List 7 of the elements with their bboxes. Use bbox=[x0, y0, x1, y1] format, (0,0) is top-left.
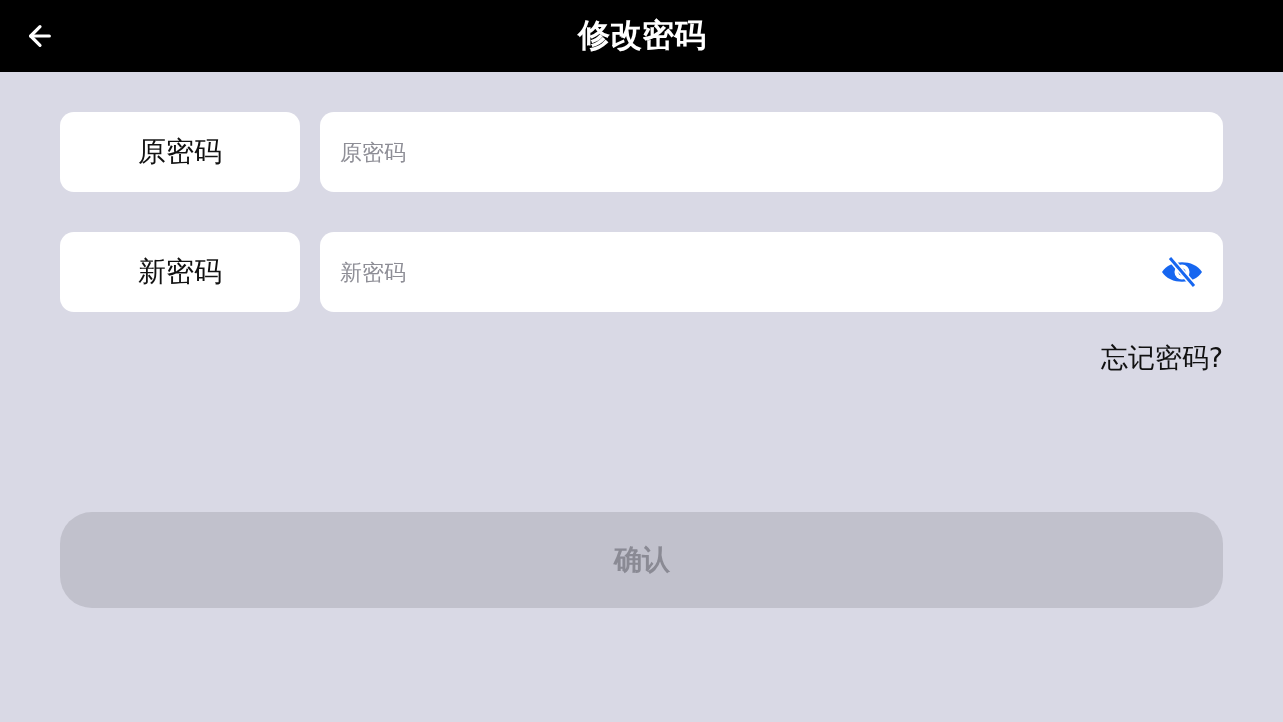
eye-off-icon[interactable] bbox=[1161, 256, 1203, 288]
forgot-password-link[interactable]: 忘记密码? bbox=[1100, 340, 1223, 376]
field-label: 原密码 bbox=[60, 112, 300, 192]
page-title: 修改密码 bbox=[577, 15, 706, 56]
password-field[interactable]: 新密码 bbox=[320, 232, 1223, 312]
password-field[interactable]: 原密码 bbox=[320, 112, 1223, 192]
field-label: 新密码 bbox=[60, 232, 300, 312]
